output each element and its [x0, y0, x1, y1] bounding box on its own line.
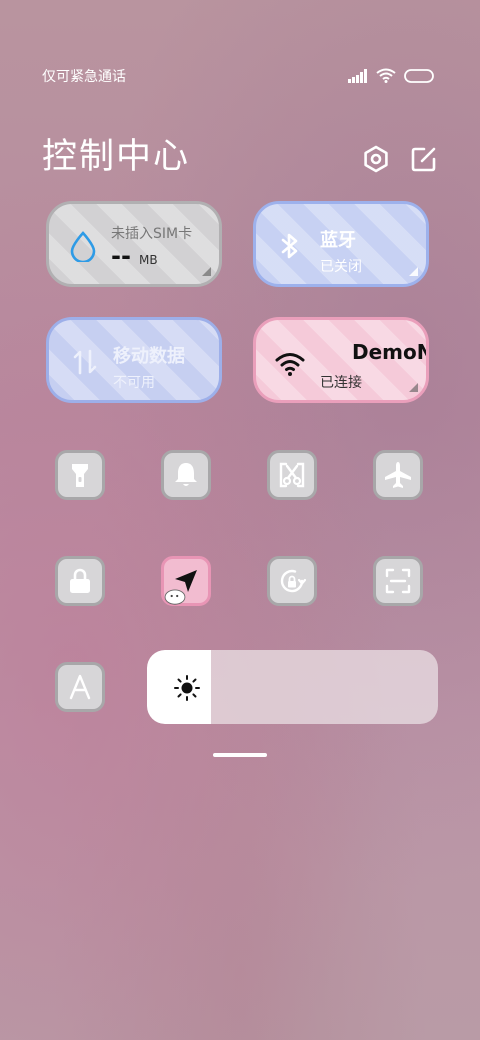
scanner-toggle[interactable]: [373, 556, 423, 606]
sim-status-label: 未插入SIM卡: [111, 226, 193, 242]
data-usage-tile[interactable]: 未插入SIM卡 -- MB: [46, 201, 222, 287]
page-title: 控制中心: [42, 137, 191, 177]
bluetooth-icon: [281, 233, 298, 259]
wifi-network-name: DemoN: [352, 340, 429, 364]
screenshot-icon: [279, 462, 305, 488]
settings-icon: [364, 145, 388, 173]
location-toggle[interactable]: [161, 556, 211, 606]
carrier-text: 仅可紧急通话: [42, 69, 126, 85]
sun-icon: [174, 675, 200, 701]
bluetooth-status: 已关闭: [320, 259, 362, 275]
airplane-mode-toggle[interactable]: [373, 450, 423, 500]
auto-brightness-toggle[interactable]: [55, 662, 105, 712]
panel-drag-handle[interactable]: [213, 753, 267, 757]
data-usage-unit: MB: [139, 253, 158, 267]
signal-icon: [348, 68, 367, 83]
expand-corner: [409, 267, 418, 276]
rotation-lock-toggle[interactable]: [267, 556, 317, 606]
edit-icon: [411, 147, 436, 172]
status-bar: 仅可紧急通话: [42, 66, 434, 88]
airplane-icon: [385, 462, 411, 488]
expand-corner: [202, 267, 211, 276]
bluetooth-tile[interactable]: 蓝牙 已关闭: [253, 201, 429, 287]
flashlight-icon: [72, 464, 88, 487]
wifi-tile[interactable]: DemoN 已连接: [253, 317, 429, 403]
sound-toggle[interactable]: [161, 450, 211, 500]
sticker-badge-icon: [164, 589, 186, 605]
bluetooth-label: 蓝牙: [320, 230, 356, 251]
mobile-data-tile[interactable]: 移动数据 不可用: [46, 317, 222, 403]
data-usage-value: --: [111, 242, 131, 270]
mobile-data-status: 不可用: [113, 375, 155, 391]
screenshot-toggle[interactable]: [267, 450, 317, 500]
settings-button[interactable]: [362, 145, 390, 173]
edit-button[interactable]: [410, 145, 438, 173]
rotation-lock-icon: [280, 569, 307, 593]
status-icons: [348, 68, 434, 83]
brightness-slider[interactable]: [147, 650, 438, 724]
battery-icon: [404, 68, 434, 83]
lock-icon: [70, 568, 90, 593]
flashlight-toggle[interactable]: [55, 450, 105, 500]
wifi-icon: [275, 353, 305, 376]
font-a-icon: [69, 674, 91, 700]
data-arrows-icon: [73, 349, 97, 375]
scanner-icon: [385, 568, 411, 594]
water-drop-icon: [70, 231, 96, 262]
wifi-status: 已连接: [320, 375, 362, 391]
bell-icon: [175, 463, 197, 486]
wifi-icon: [376, 68, 396, 83]
mobile-data-label: 移动数据: [113, 346, 185, 367]
expand-corner: [409, 383, 418, 392]
screen-lock-toggle[interactable]: [55, 556, 105, 606]
